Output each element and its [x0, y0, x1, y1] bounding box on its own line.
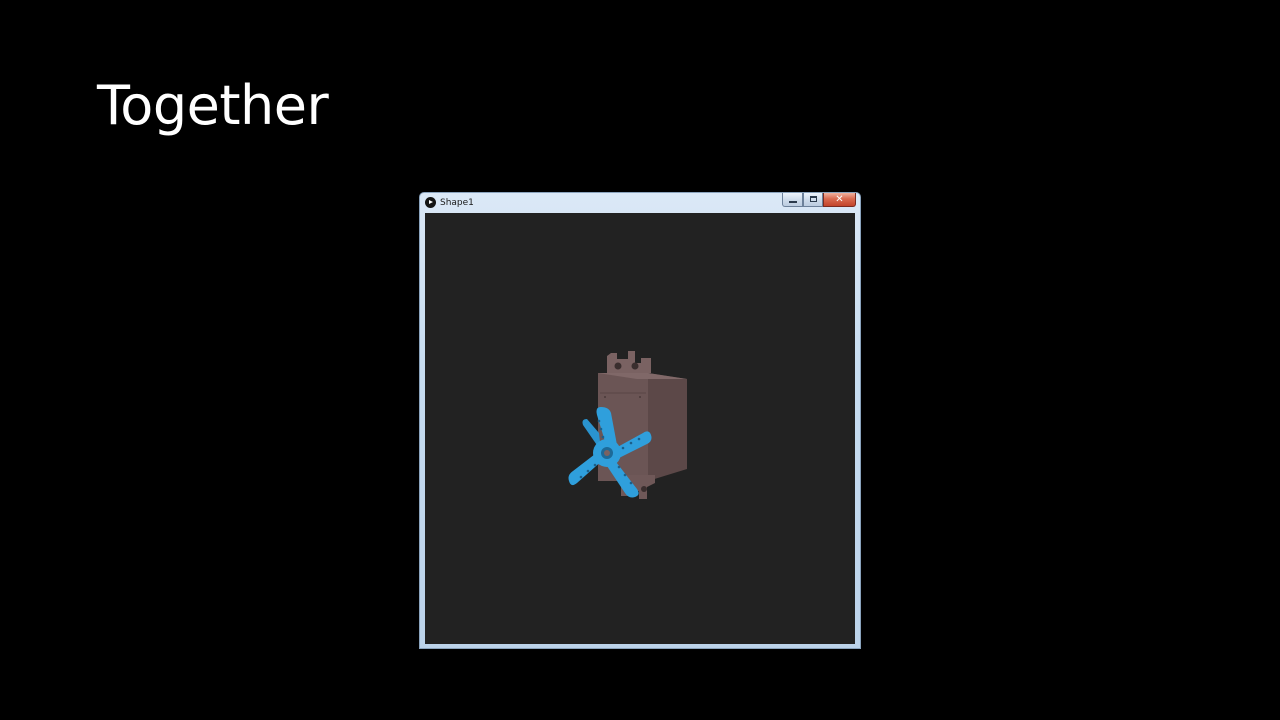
slide: Together Shape1 ✕ [0, 0, 1280, 720]
app-window: Shape1 ✕ [419, 192, 861, 649]
maximize-icon [810, 196, 817, 202]
minimize-icon [789, 201, 797, 203]
window-titlebar[interactable]: Shape1 ✕ [420, 193, 860, 213]
window-title: Shape1 [440, 198, 474, 208]
slide-title: Together [97, 74, 329, 137]
maximize-button[interactable] [803, 193, 823, 207]
sketch-canvas[interactable] [425, 213, 855, 644]
processing-play-icon [425, 197, 436, 208]
close-icon: ✕ [835, 194, 844, 205]
minimize-button[interactable] [782, 193, 803, 207]
close-button[interactable]: ✕ [823, 193, 856, 207]
scene-render [568, 351, 687, 499]
